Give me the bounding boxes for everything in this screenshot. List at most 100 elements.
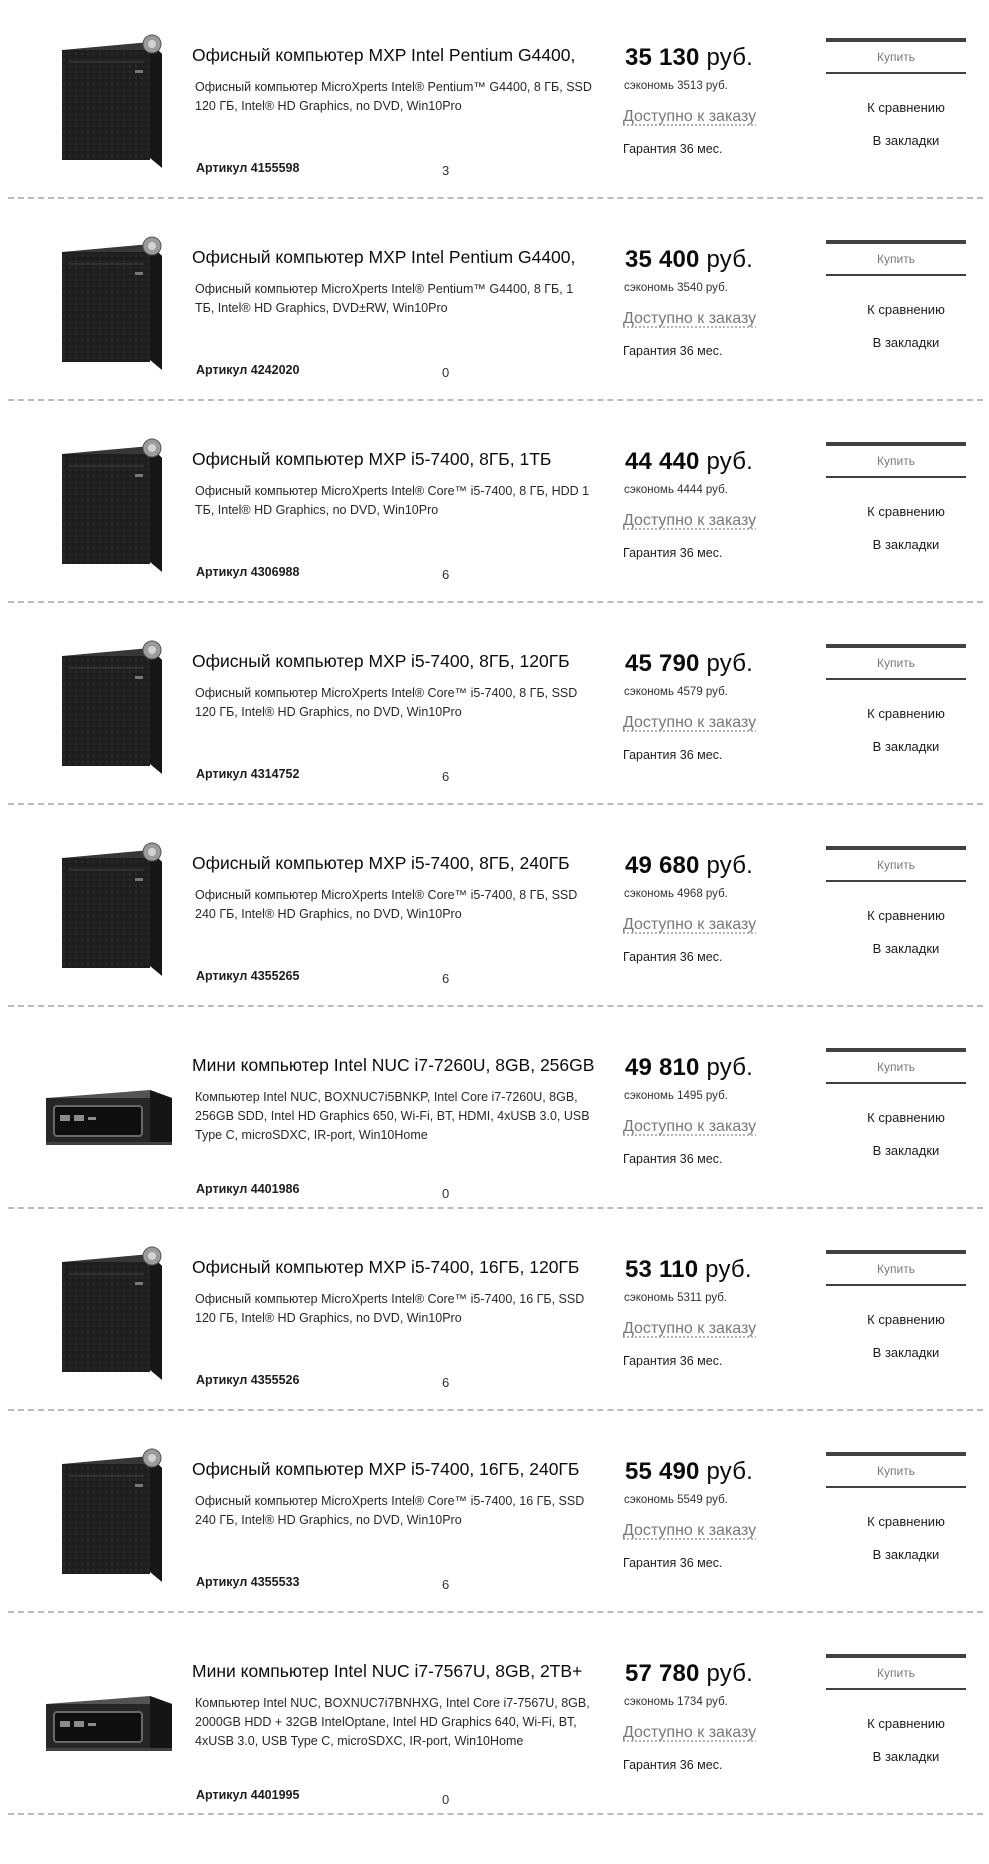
availability-link[interactable]: Доступно к заказу: [623, 108, 756, 126]
product-image[interactable]: [32, 628, 182, 778]
savings-text: сэкономь 5549 руб.: [624, 1494, 728, 1506]
bookmark-link[interactable]: В закладки: [841, 739, 971, 754]
buy-button[interactable]: Купить: [826, 1654, 966, 1690]
buy-button[interactable]: Купить: [826, 38, 966, 74]
product-title[interactable]: Офисный компьютер MXP i5-7400, 16ГБ, 120…: [192, 1256, 597, 1278]
bookmark-link[interactable]: В закладки: [841, 941, 971, 956]
bookmark-link[interactable]: В закладки: [841, 335, 971, 350]
product-title[interactable]: Офисный компьютер MXP i5-7400, 8ГБ, 1ТБ: [192, 448, 597, 470]
compare-link[interactable]: К сравнению: [841, 1312, 971, 1327]
warranty-text: Гарантия 36 мес.: [623, 546, 723, 560]
product-description: Офисный компьютер MicroXperts Intel® Cor…: [195, 888, 578, 921]
availability-link[interactable]: Доступно к заказу: [623, 916, 756, 934]
availability-link[interactable]: Доступно к заказу: [623, 310, 756, 328]
product-card: Мини компьютер Intel NUC i7-7260U, 8GB, …: [8, 1010, 983, 1209]
stock-quantity: 0: [442, 1186, 450, 1201]
product-price: 49 810 руб.: [625, 1054, 753, 1082]
warranty-text: Гарантия 36 мес.: [623, 1758, 723, 1772]
product-title[interactable]: Офисный компьютер MXP i5-7400, 16ГБ, 240…: [192, 1458, 597, 1480]
buy-button[interactable]: Купить: [826, 442, 966, 478]
product-image[interactable]: [32, 224, 182, 374]
stock-quantity: 6: [442, 971, 450, 986]
product-article: Артикул 4155598: [196, 161, 300, 175]
bookmark-link[interactable]: В закладки: [841, 1547, 971, 1562]
product-description: Офисный компьютер MicroXperts Intel® Cor…: [195, 1494, 585, 1527]
availability-link[interactable]: Доступно к заказу: [623, 714, 756, 732]
savings-text: сэкономь 3540 руб.: [624, 282, 728, 294]
compare-link[interactable]: К сравнению: [841, 100, 971, 115]
product-description: Компьютер Intel NUC, BOXNUC7i7BNHXG, Int…: [195, 1696, 590, 1748]
product-image[interactable]: [32, 426, 182, 576]
buy-button[interactable]: Купить: [826, 1250, 966, 1286]
product-image[interactable]: [32, 830, 182, 980]
savings-text: сэкономь 1495 руб.: [624, 1090, 728, 1102]
product-list: Офисный компьютер MXP Intel Pentium G440…: [0, 0, 989, 1864]
availability-link[interactable]: Доступно к заказу: [623, 1118, 756, 1136]
product-title[interactable]: Офисный компьютер MXP Intel Pentium G440…: [192, 246, 597, 268]
compare-link[interactable]: К сравнению: [841, 1110, 971, 1125]
product-title[interactable]: Офисный компьютер MXP i5-7400, 8ГБ, 240Г…: [192, 852, 597, 874]
availability-link[interactable]: Доступно к заказу: [623, 1320, 756, 1338]
compare-link[interactable]: К сравнению: [841, 908, 971, 923]
price-currency: руб.: [706, 1458, 754, 1485]
price-value: 45 790: [625, 650, 700, 677]
availability-link[interactable]: Доступно к заказу: [623, 512, 756, 530]
product-description: Офисный компьютер MicroXperts Intel® Cor…: [195, 484, 590, 517]
price-value: 53 110: [625, 1256, 699, 1283]
savings-text: сэкономь 4579 руб.: [624, 686, 728, 698]
product-image[interactable]: [32, 1638, 182, 1788]
product-article: Артикул 4355533: [196, 1575, 300, 1589]
product-description: Офисный компьютер MicroXperts Intel® Pen…: [195, 282, 574, 315]
compare-link[interactable]: К сравнению: [841, 706, 971, 721]
compare-link[interactable]: К сравнению: [841, 302, 971, 317]
product-image[interactable]: [32, 1436, 182, 1586]
product-card: Офисный компьютер MXP i5-7400, 16ГБ, 120…: [8, 1212, 983, 1411]
price-currency: руб.: [706, 246, 754, 273]
bookmark-link[interactable]: В закладки: [841, 1749, 971, 1764]
buy-button[interactable]: Купить: [826, 1452, 966, 1488]
warranty-text: Гарантия 36 мес.: [623, 1556, 723, 1570]
availability-link[interactable]: Доступно к заказу: [623, 1522, 756, 1540]
warranty-text: Гарантия 36 мес.: [623, 1152, 723, 1166]
product-description: Офисный компьютер MicroXperts Intel® Cor…: [195, 686, 578, 719]
product-title[interactable]: Офисный компьютер MXP Intel Pentium G440…: [192, 44, 597, 66]
product-card: Офисный компьютер MXP Intel Pentium G440…: [8, 202, 983, 401]
compare-link[interactable]: К сравнению: [841, 1514, 971, 1529]
bookmark-link[interactable]: В закладки: [841, 133, 971, 148]
warranty-text: Гарантия 36 мес.: [623, 1354, 723, 1368]
price-currency: руб.: [706, 852, 754, 879]
product-image[interactable]: [32, 1234, 182, 1384]
stock-quantity: 0: [442, 365, 450, 380]
stock-quantity: 6: [442, 1375, 450, 1390]
bookmark-link[interactable]: В закладки: [841, 537, 971, 552]
availability-link[interactable]: Доступно к заказу: [623, 1724, 756, 1742]
warranty-text: Гарантия 36 мес.: [623, 344, 723, 358]
price-currency: руб.: [705, 1256, 752, 1283]
savings-text: сэкономь 3513 руб.: [624, 80, 728, 92]
price-value: 35 400: [625, 246, 700, 273]
product-image[interactable]: [32, 22, 182, 172]
buy-button[interactable]: Купить: [826, 240, 966, 276]
product-image[interactable]: [32, 1032, 182, 1182]
stock-quantity: 6: [442, 1577, 450, 1592]
product-title[interactable]: Мини компьютер Intel NUC i7-7567U, 8GB, …: [192, 1660, 597, 1682]
warranty-text: Гарантия 36 мес.: [623, 142, 723, 156]
product-price: 35 130 руб.: [625, 44, 753, 72]
product-title[interactable]: Офисный компьютер MXP i5-7400, 8ГБ, 120Г…: [192, 650, 597, 672]
bookmark-link[interactable]: В закладки: [841, 1345, 971, 1360]
price-currency: руб.: [706, 1054, 754, 1081]
buy-button[interactable]: Купить: [826, 644, 966, 680]
bookmark-link[interactable]: В закладки: [841, 1143, 971, 1158]
stock-quantity: 6: [442, 769, 450, 784]
price-value: 35 130: [625, 44, 700, 71]
product-article: Артикул 4401986: [196, 1182, 300, 1196]
compare-link[interactable]: К сравнению: [841, 504, 971, 519]
price-currency: руб.: [706, 448, 754, 475]
compare-link[interactable]: К сравнению: [841, 1716, 971, 1731]
buy-button[interactable]: Купить: [826, 846, 966, 882]
product-description: Офисный компьютер MicroXperts Intel® Pen…: [195, 80, 592, 113]
buy-button[interactable]: Купить: [826, 1048, 966, 1084]
product-article: Артикул 4314752: [196, 767, 300, 781]
product-title[interactable]: Мини компьютер Intel NUC i7-7260U, 8GB, …: [192, 1054, 597, 1076]
product-price: 49 680 руб.: [625, 852, 753, 880]
